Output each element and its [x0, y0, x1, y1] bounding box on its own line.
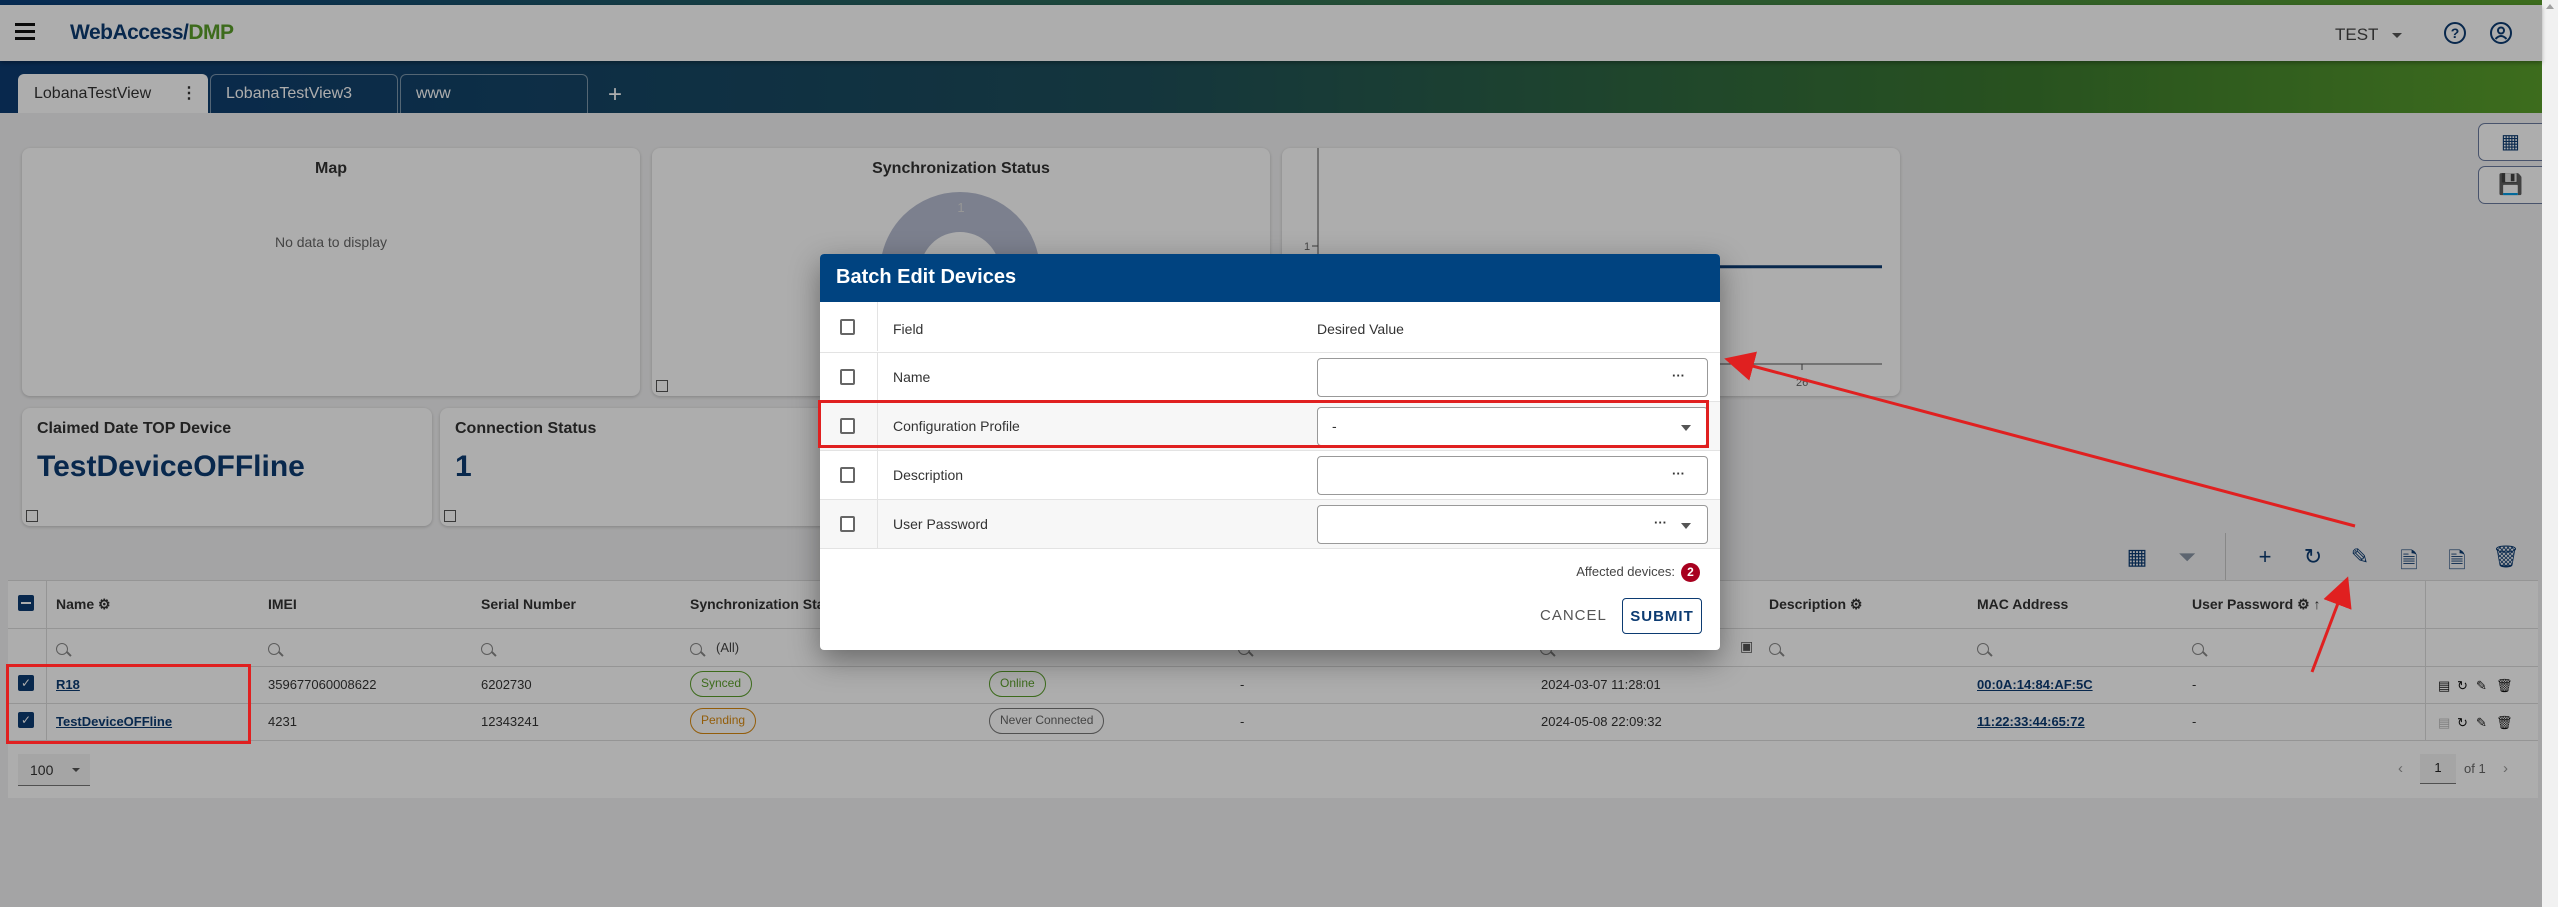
- annotation-arrow: [1724, 351, 2356, 528]
- annotation-arrows: [1724, 351, 2356, 673]
- annotation-arrow: [2310, 576, 2352, 673]
